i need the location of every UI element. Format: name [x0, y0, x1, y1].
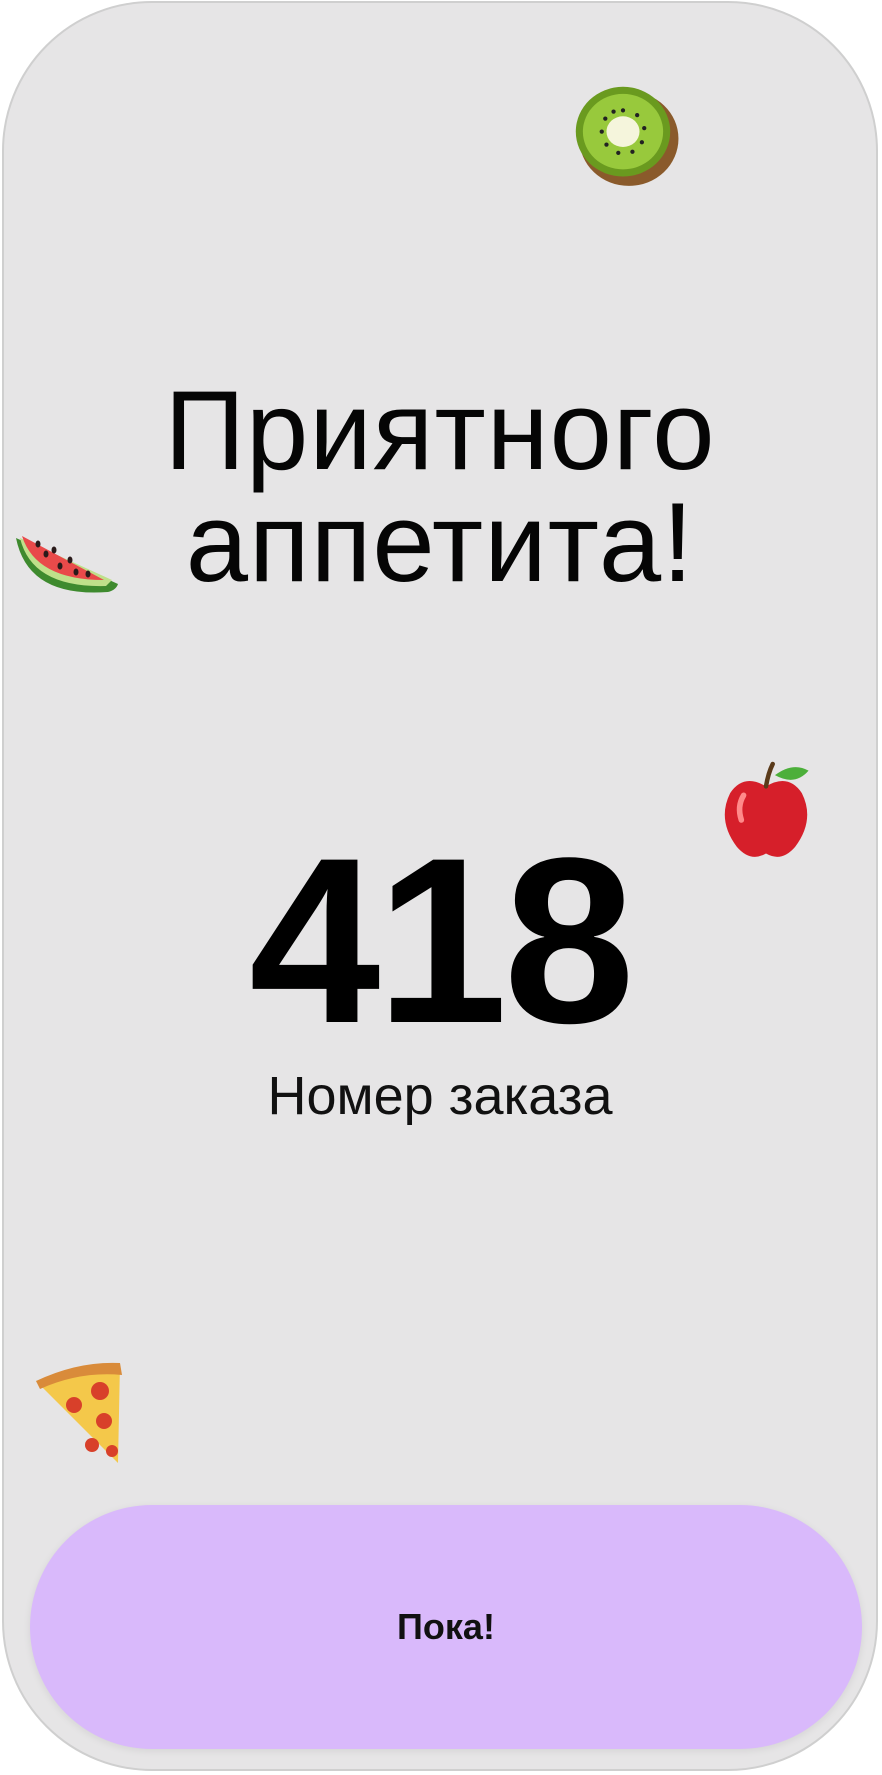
order-number: 418: [249, 809, 635, 1073]
greeting-line-1: Приятного: [164, 368, 716, 493]
order-number-label: Номер заказа: [267, 1066, 613, 1126]
bye-button[interactable]: Пока!: [30, 1505, 862, 1749]
order-complete-screen: Приятного аппетита! 418 Номер заказа Пок…: [2, 1, 878, 1771]
bye-button-label: Пока!: [397, 1606, 495, 1647]
greeting-title: Приятного аппетита!: [4, 375, 876, 599]
kiwi-icon: [575, 86, 679, 186]
greeting-line-2: аппетита!: [185, 480, 695, 605]
pizza-icon: [36, 1362, 122, 1463]
